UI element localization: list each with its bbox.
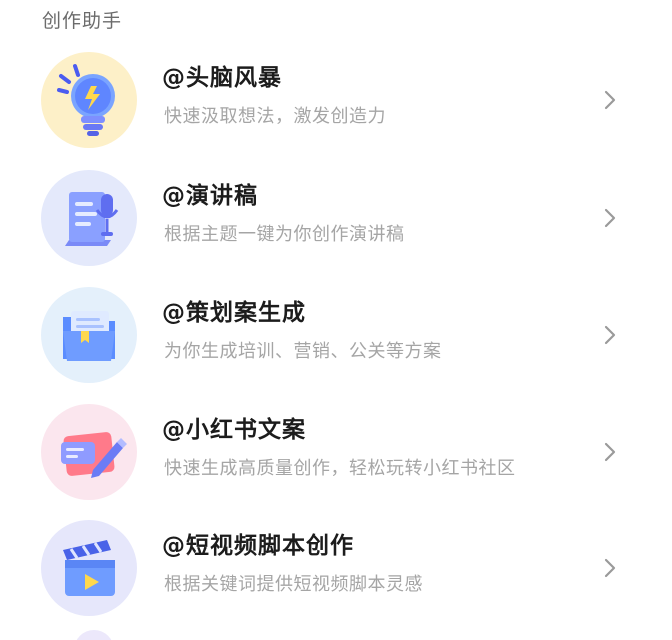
item-title: @小红书文案 — [162, 417, 306, 443]
assistant-item-short-video[interactable]: @短视频脚本创作 根据关键词提供短视频脚本灵感 — [0, 518, 672, 628]
item-description: 为你生成培训、营销、公关等方案 — [164, 341, 442, 362]
chevron-right-icon[interactable] — [598, 204, 622, 232]
item-title: @头脑风暴 — [162, 65, 282, 91]
assistant-item-speech[interactable]: @演讲稿 根据主题一键为你创作演讲稿 — [0, 168, 672, 278]
speech-script-icon — [41, 170, 137, 266]
chevron-right-icon[interactable] — [598, 86, 622, 114]
item-description: 根据主题一键为你创作演讲稿 — [164, 224, 405, 245]
assistant-item-plan[interactable]: @策划案生成 为你生成培训、营销、公关等方案 — [0, 285, 672, 395]
clapperboard-icon — [41, 520, 137, 616]
folder-plan-icon — [41, 287, 137, 383]
item-title: @策划案生成 — [162, 300, 306, 326]
next-item-icon-partial — [74, 630, 114, 640]
assistant-item-brainstorm[interactable]: @头脑风暴 快速汲取想法，激发创造力 — [0, 50, 672, 160]
item-description: 根据关键词提供短视频脚本灵感 — [164, 574, 423, 595]
section-title: 创作助手 — [42, 10, 123, 32]
chevron-right-icon[interactable] — [598, 554, 622, 582]
lightbulb-icon — [41, 52, 137, 148]
note-pen-icon — [41, 404, 137, 500]
assistant-item-xiaohongshu[interactable]: @小红书文案 快速生成高质量创作，轻松玩转小红书社区 — [0, 402, 672, 512]
item-description: 快速汲取想法，激发创造力 — [164, 106, 386, 127]
chevron-right-icon[interactable] — [598, 438, 622, 466]
item-title: @演讲稿 — [162, 183, 258, 209]
item-title: @短视频脚本创作 — [162, 533, 354, 559]
item-description: 快速生成高质量创作，轻松玩转小红书社区 — [164, 458, 516, 479]
chevron-right-icon[interactable] — [598, 321, 622, 349]
